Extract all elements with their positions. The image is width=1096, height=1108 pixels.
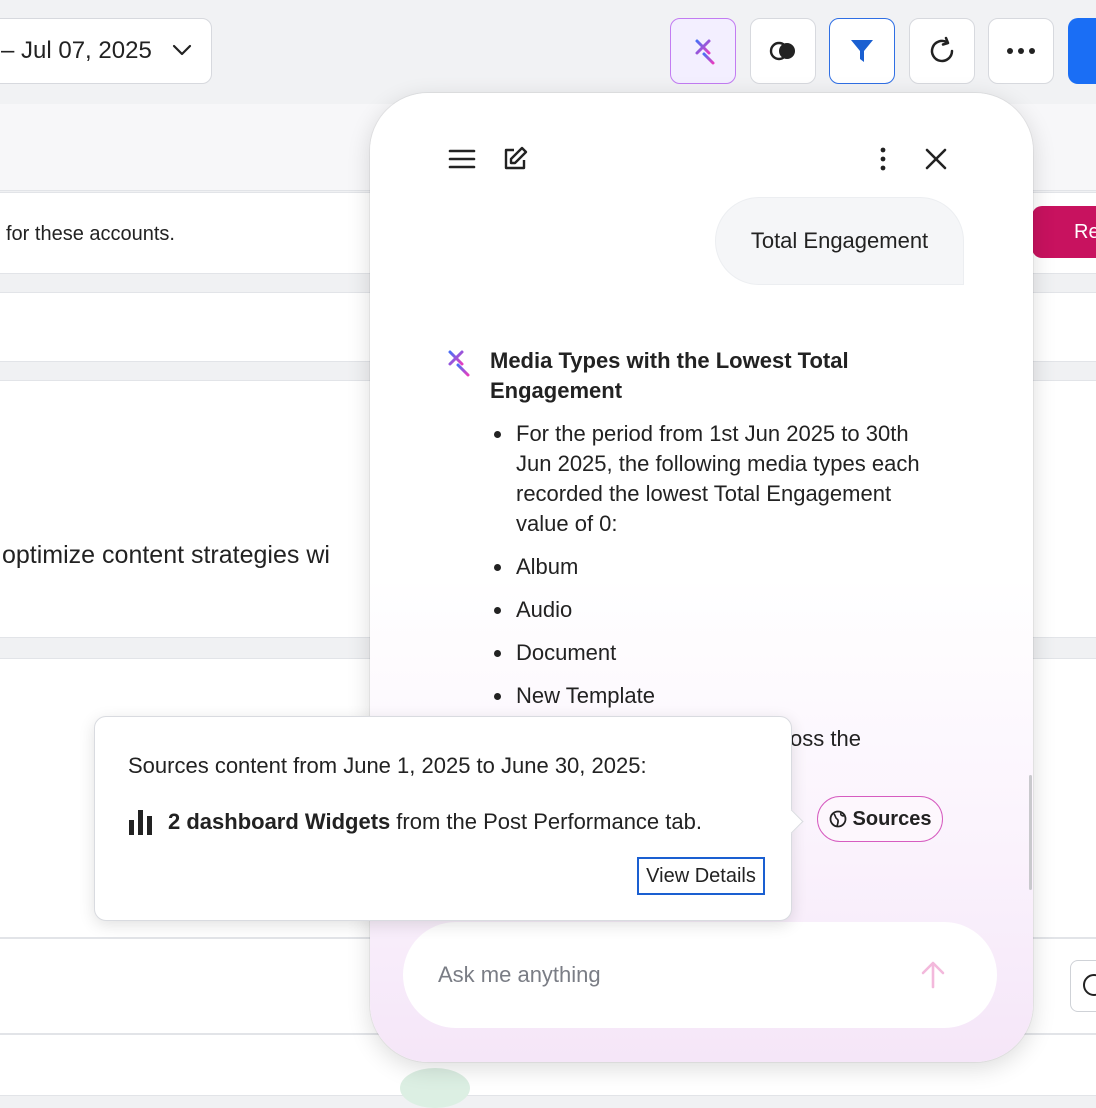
toggle-view-button[interactable] bbox=[750, 18, 816, 84]
decorative-shape bbox=[400, 1068, 470, 1108]
primary-action-button[interactable] bbox=[1068, 18, 1096, 84]
list-item: Album bbox=[490, 552, 920, 582]
search-icon bbox=[1083, 974, 1096, 996]
bar-chart-icon bbox=[129, 810, 152, 835]
popover-widgets-line: 2 dashboard Widgets from the Post Perfor… bbox=[128, 809, 702, 835]
globe-icon bbox=[829, 810, 846, 828]
hamburger-menu-icon bbox=[448, 149, 476, 169]
user-message-text: Total Engagement bbox=[750, 228, 929, 253]
chat-input-placeholder: Ask me anything bbox=[438, 962, 601, 987]
filter-button[interactable] bbox=[829, 18, 895, 84]
response-list: For the period from 1st Jun 2025 to 30th… bbox=[490, 419, 920, 724]
insight-text: optimize content strategies wi bbox=[2, 541, 330, 569]
date-range-text: – Jul 07, 2025 bbox=[1, 37, 152, 64]
chat-more-button[interactable] bbox=[869, 145, 897, 173]
ai-sparkle-icon bbox=[693, 37, 715, 65]
top-toolbar: – Jul 07, 2025 bbox=[0, 0, 1096, 104]
ai-sparkle-icon bbox=[446, 348, 470, 377]
close-chat-button[interactable] bbox=[922, 145, 950, 173]
list-item: Audio bbox=[490, 595, 920, 625]
user-message-bubble: Total Engagement bbox=[715, 197, 964, 285]
red-button-label: Re bbox=[1074, 220, 1096, 243]
list-item: For the period from 1st Jun 2025 to 30th… bbox=[490, 419, 920, 539]
list-item: Document bbox=[490, 638, 920, 668]
popover-date-range: Sources content from June 1, 2025 to Jun… bbox=[128, 753, 647, 778]
widgets-count: 2 dashboard Widgets bbox=[168, 809, 391, 834]
refresh-icon bbox=[930, 36, 954, 63]
close-icon bbox=[925, 148, 947, 170]
sources-popover: Sources content from June 1, 2025 to Jun… bbox=[94, 716, 804, 921]
response-partial-text: oss the bbox=[790, 726, 861, 751]
date-range-picker[interactable]: – Jul 07, 2025 bbox=[0, 18, 212, 84]
filter-icon bbox=[851, 40, 873, 62]
menu-button[interactable] bbox=[448, 145, 476, 173]
toggle-icon bbox=[769, 41, 795, 61]
widgets-suffix: from the Post Performance tab. bbox=[396, 809, 702, 834]
send-arrow-icon[interactable] bbox=[919, 960, 947, 990]
view-details-button[interactable]: View Details bbox=[637, 857, 765, 895]
more-horizontal-icon bbox=[1007, 48, 1035, 54]
ai-assistant-button[interactable] bbox=[670, 18, 736, 84]
red-action-button[interactable]: Re bbox=[1032, 206, 1096, 258]
sources-button[interactable]: Sources bbox=[817, 796, 943, 842]
chat-input[interactable]: Ask me anything bbox=[403, 922, 997, 1028]
search-button[interactable] bbox=[1070, 960, 1096, 1012]
list-item: New Template bbox=[490, 681, 920, 711]
response-title: Media Types with the Lowest Total Engage… bbox=[490, 348, 849, 403]
scrollbar[interactable] bbox=[1029, 775, 1032, 890]
chevron-down-icon bbox=[172, 44, 192, 56]
notice-text: for these accounts. bbox=[6, 223, 175, 245]
sources-label: Sources bbox=[852, 807, 932, 830]
edit-icon bbox=[504, 146, 528, 170]
more-vertical-icon bbox=[880, 147, 886, 171]
refresh-button[interactable] bbox=[909, 18, 975, 84]
new-chat-button[interactable] bbox=[501, 145, 529, 173]
view-details-label: View Details bbox=[646, 864, 756, 887]
more-options-button[interactable] bbox=[988, 18, 1054, 84]
